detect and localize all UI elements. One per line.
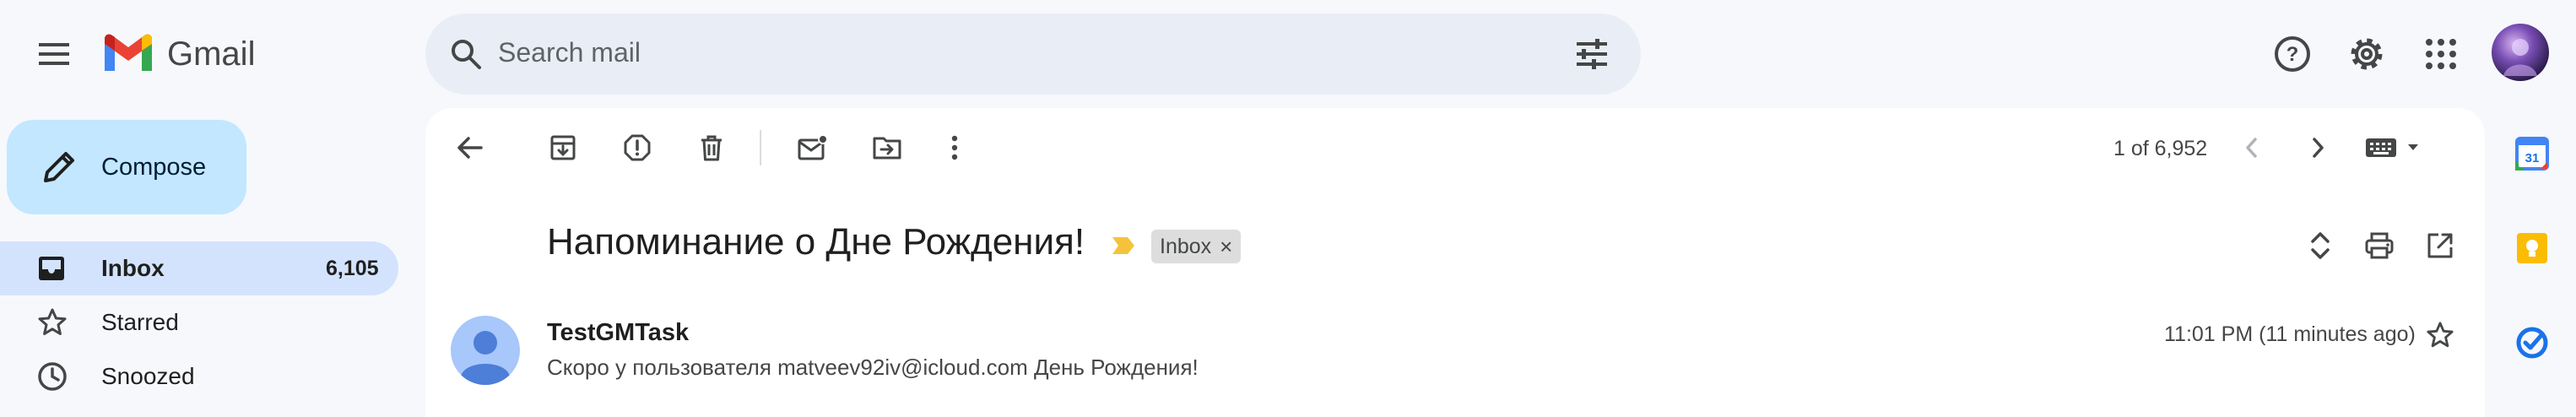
star-icon bbox=[2427, 322, 2454, 348]
pencil-icon bbox=[44, 152, 74, 182]
archive-icon bbox=[550, 135, 576, 160]
mark-unread-icon bbox=[798, 134, 828, 160]
move-to-folder-icon bbox=[873, 137, 901, 160]
label-chip-inbox[interactable]: Inbox × bbox=[1151, 230, 1242, 263]
older-button[interactable] bbox=[2301, 128, 2335, 167]
menu-icon bbox=[39, 43, 69, 65]
remove-label-button[interactable]: × bbox=[1220, 234, 1232, 260]
google-apps-button[interactable] bbox=[2419, 32, 2463, 76]
settings-button[interactable] bbox=[2345, 32, 2389, 76]
compose-button[interactable]: Compose bbox=[7, 120, 246, 214]
keep-icon bbox=[2517, 233, 2547, 263]
chevron-right-icon bbox=[2313, 138, 2324, 158]
search-button[interactable] bbox=[446, 34, 486, 74]
keep-app-button[interactable] bbox=[2514, 230, 2551, 267]
sidebar-item-label: Inbox bbox=[101, 255, 165, 281]
toolbar-divider bbox=[760, 130, 761, 165]
report-spam-icon bbox=[624, 134, 651, 161]
clock-icon bbox=[38, 362, 67, 391]
calendar-day: 31 bbox=[2525, 151, 2540, 165]
keyboard-icon bbox=[2366, 138, 2418, 157]
app-name: Gmail bbox=[167, 35, 256, 73]
archive-button[interactable] bbox=[544, 128, 582, 167]
pagination-text: 1 of 6,952 bbox=[2113, 137, 2208, 160]
compose-label: Compose bbox=[101, 154, 207, 181]
tune-icon bbox=[1577, 39, 1607, 69]
email-subject: Напоминание о Дне Рождения! bbox=[547, 221, 1085, 263]
report-spam-button[interactable] bbox=[618, 128, 657, 167]
expand-all-button[interactable] bbox=[2301, 226, 2340, 265]
message-preview: Скоро у пользователя matveev92iv@icloud.… bbox=[547, 355, 1199, 380]
inbox-icon bbox=[39, 257, 64, 280]
person-icon bbox=[461, 331, 510, 385]
more-vert-icon bbox=[951, 135, 958, 160]
help-button[interactable]: ? bbox=[2270, 32, 2314, 76]
unread-count: 6,105 bbox=[326, 257, 379, 280]
move-to-button[interactable] bbox=[868, 128, 906, 167]
tasks-app-button[interactable] bbox=[2514, 324, 2551, 361]
sidebar-item-snoozed[interactable]: Snoozed bbox=[0, 349, 398, 403]
main-menu-button[interactable] bbox=[32, 32, 76, 76]
tasks-icon bbox=[2516, 327, 2548, 359]
unfold-icon bbox=[2311, 232, 2330, 259]
label-chip-text: Inbox bbox=[1160, 234, 1212, 258]
chevron-left-icon bbox=[2246, 138, 2257, 158]
back-button[interactable] bbox=[451, 128, 490, 167]
importance-marker[interactable] bbox=[1111, 235, 1136, 257]
calendar-app-button[interactable]: 31 bbox=[2514, 135, 2551, 172]
trash-icon bbox=[701, 135, 722, 161]
search-input[interactable]: Search mail bbox=[498, 37, 641, 68]
sender-name[interactable]: TestGMTask bbox=[547, 319, 689, 347]
more-actions-button[interactable] bbox=[935, 128, 974, 167]
star-outline-icon bbox=[38, 308, 67, 335]
sidebar-item-label: Snoozed bbox=[101, 363, 195, 389]
mark-unread-button[interactable] bbox=[793, 128, 832, 167]
avatar-image-icon bbox=[2503, 39, 2537, 76]
open-in-new-icon bbox=[2427, 233, 2453, 258]
arrow-back-icon bbox=[457, 137, 483, 159]
star-button[interactable] bbox=[2421, 316, 2460, 355]
gear-icon bbox=[2351, 38, 2383, 70]
print-button[interactable] bbox=[2360, 226, 2399, 265]
sender-avatar[interactable] bbox=[451, 316, 520, 385]
delete-button[interactable] bbox=[692, 128, 731, 167]
gmail-logo-icon bbox=[105, 34, 152, 71]
calendar-icon: 31 bbox=[2515, 137, 2549, 171]
apps-grid-icon bbox=[2426, 39, 2456, 69]
newer-button[interactable] bbox=[2235, 128, 2269, 167]
sidebar-item-label: Starred bbox=[101, 309, 179, 335]
input-tools-button[interactable] bbox=[2360, 128, 2427, 167]
open-in-new-window-button[interactable] bbox=[2421, 226, 2460, 265]
sidebar-item-starred[interactable]: Starred bbox=[0, 295, 398, 349]
print-icon bbox=[2365, 232, 2394, 259]
account-avatar[interactable] bbox=[2492, 24, 2549, 81]
search-options-button[interactable] bbox=[1573, 35, 1610, 73]
help-icon: ? bbox=[2275, 36, 2310, 72]
gmail-logo[interactable]: Gmail bbox=[101, 29, 255, 79]
importance-marker-icon bbox=[1112, 237, 1134, 254]
message-timestamp: 11:01 PM (11 minutes ago) bbox=[2164, 322, 2416, 346]
sidebar-item-inbox[interactable]: Inbox 6,105 bbox=[0, 241, 398, 295]
search-icon bbox=[452, 40, 481, 69]
svg-text:?: ? bbox=[2286, 43, 2299, 66]
search-bar[interactable]: Search mail bbox=[425, 14, 1641, 95]
